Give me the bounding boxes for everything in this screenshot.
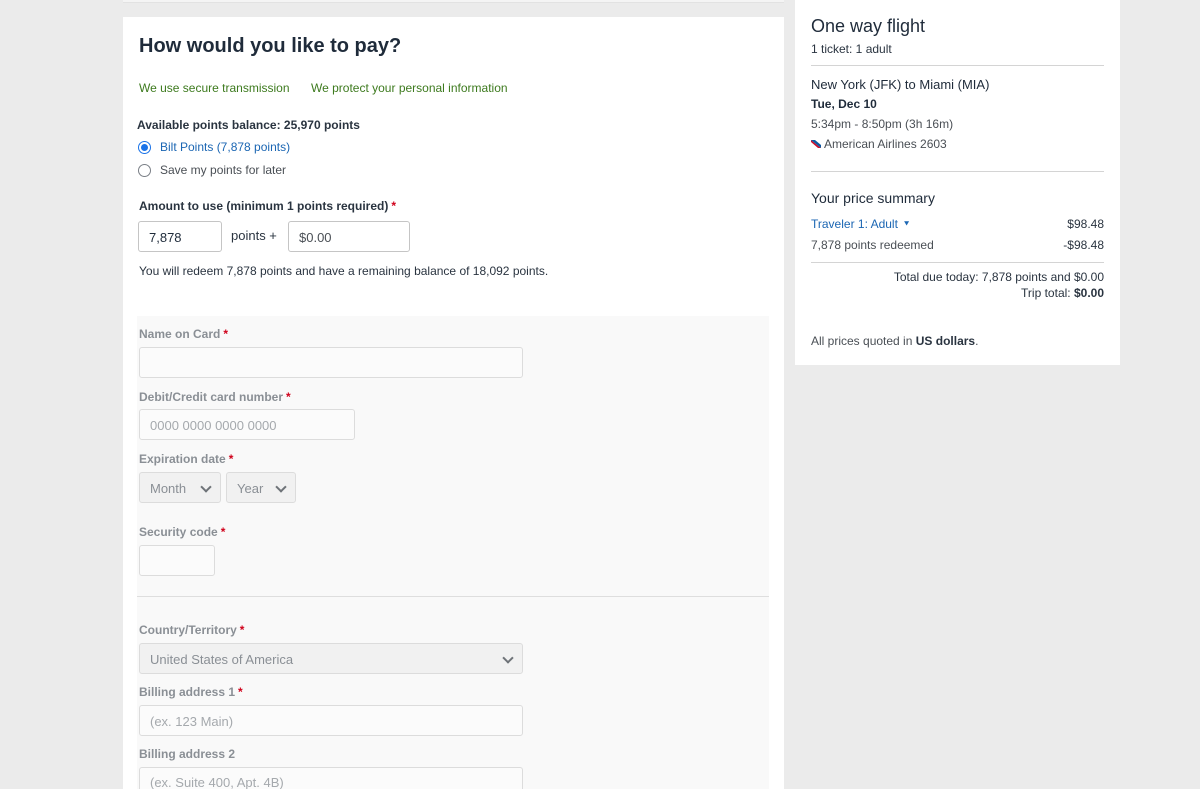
chevron-down-icon [275, 481, 287, 493]
billing-address-1-label: Billing address 1 * [139, 685, 243, 699]
trip-total-value: $0.00 [1073, 286, 1104, 300]
currency-note: All prices quoted in US dollars. [811, 334, 979, 348]
option-bilt-points-label: Bilt Points (7,878 points) [160, 140, 291, 154]
security-code-input[interactable] [139, 545, 215, 576]
price-summary-title: Your price summary [811, 190, 935, 206]
airline-label: American Airlines 2603 [824, 137, 947, 151]
summary-divider [811, 65, 1104, 66]
points-redeemed-amount: -$98.48 [1063, 238, 1104, 252]
card-details-panel: Name on Card * Debit/Credit card number * … [137, 316, 769, 789]
american-airlines-logo-icon [811, 140, 821, 148]
summary-title: One way flight [811, 16, 926, 36]
top-strip [123, 0, 784, 3]
country-select[interactable]: United States of America [139, 643, 523, 674]
points-plus-label: points + [231, 228, 277, 243]
card-number-input[interactable]: 0000 0000 0000 0000 [139, 409, 355, 440]
option-save-points-label: Save my points for later [160, 163, 287, 177]
billing-address-1-input[interactable]: (ex. 123 Main) [139, 705, 523, 736]
redeem-message: You will redeem 7,878 points and have a … [139, 264, 549, 278]
card-number-label: Debit/Credit card number * [139, 390, 291, 404]
privacy-note: We protect your personal information [311, 81, 508, 95]
name-on-card-input[interactable] [139, 347, 523, 378]
chevron-down-icon [502, 652, 514, 664]
expiration-month-select[interactable]: Month [139, 472, 221, 503]
option-bilt-points[interactable]: Bilt Points (7,878 points) [138, 140, 290, 154]
expiration-year-select[interactable]: Year [226, 472, 296, 503]
name-on-card-label: Name on Card * [139, 327, 229, 341]
page-title: How would you like to pay? [139, 35, 402, 57]
airline: American Airlines 2603 [811, 137, 947, 151]
traveler-label: Traveler 1: Adult [811, 217, 898, 231]
traveler-toggle[interactable]: Traveler 1: Adult ⯆ [811, 217, 910, 231]
summary-divider [811, 171, 1104, 172]
ticket-count: 1 ticket: 1 adult [811, 42, 892, 56]
country-label: Country/Territory * [139, 623, 245, 637]
radio-unchecked-icon[interactable] [138, 163, 151, 177]
trip-total: Trip total: $0.00 [1021, 286, 1104, 300]
double-chevron-down-icon: ⯆ [902, 218, 911, 229]
cash-amount-input[interactable]: $0.00 [288, 221, 410, 252]
points-amount-input[interactable]: 7,878 [138, 221, 222, 252]
points-balance: Available points balance: 25,970 points [137, 118, 360, 132]
radio-checked-icon[interactable] [138, 140, 151, 154]
secure-transmission-note: We use secure transmission [139, 81, 290, 95]
total-due-today: Total due today: 7,878 points and $0.00 [893, 270, 1104, 284]
chevron-down-icon [200, 481, 212, 493]
flight-date: Tue, Dec 10 [811, 97, 877, 111]
price-summary-card: One way flight 1 ticket: 1 adult New Yor… [795, 0, 1120, 365]
payment-card: How would you like to pay? We use secure… [123, 17, 784, 789]
flight-route: New York (JFK) to Miami (MIA) [811, 77, 990, 92]
summary-divider [811, 262, 1104, 263]
section-divider [137, 596, 769, 597]
required-mark: * [391, 199, 397, 213]
option-save-points[interactable]: Save my points for later [138, 163, 286, 177]
points-redeemed-label: 7,878 points redeemed [811, 238, 934, 252]
billing-address-2-label: Billing address 2 [139, 747, 236, 761]
expiration-label: Expiration date * [139, 452, 234, 466]
amount-label: Amount to use (minimum 1 points required… [139, 199, 397, 213]
security-code-label: Security code * [139, 525, 226, 539]
flight-times: 5:34pm - 8:50pm (3h 16m) [811, 117, 954, 131]
billing-address-2-input[interactable]: (ex. Suite 400, Apt. 4B) [139, 767, 523, 789]
traveler-amount: $98.48 [1067, 217, 1104, 231]
